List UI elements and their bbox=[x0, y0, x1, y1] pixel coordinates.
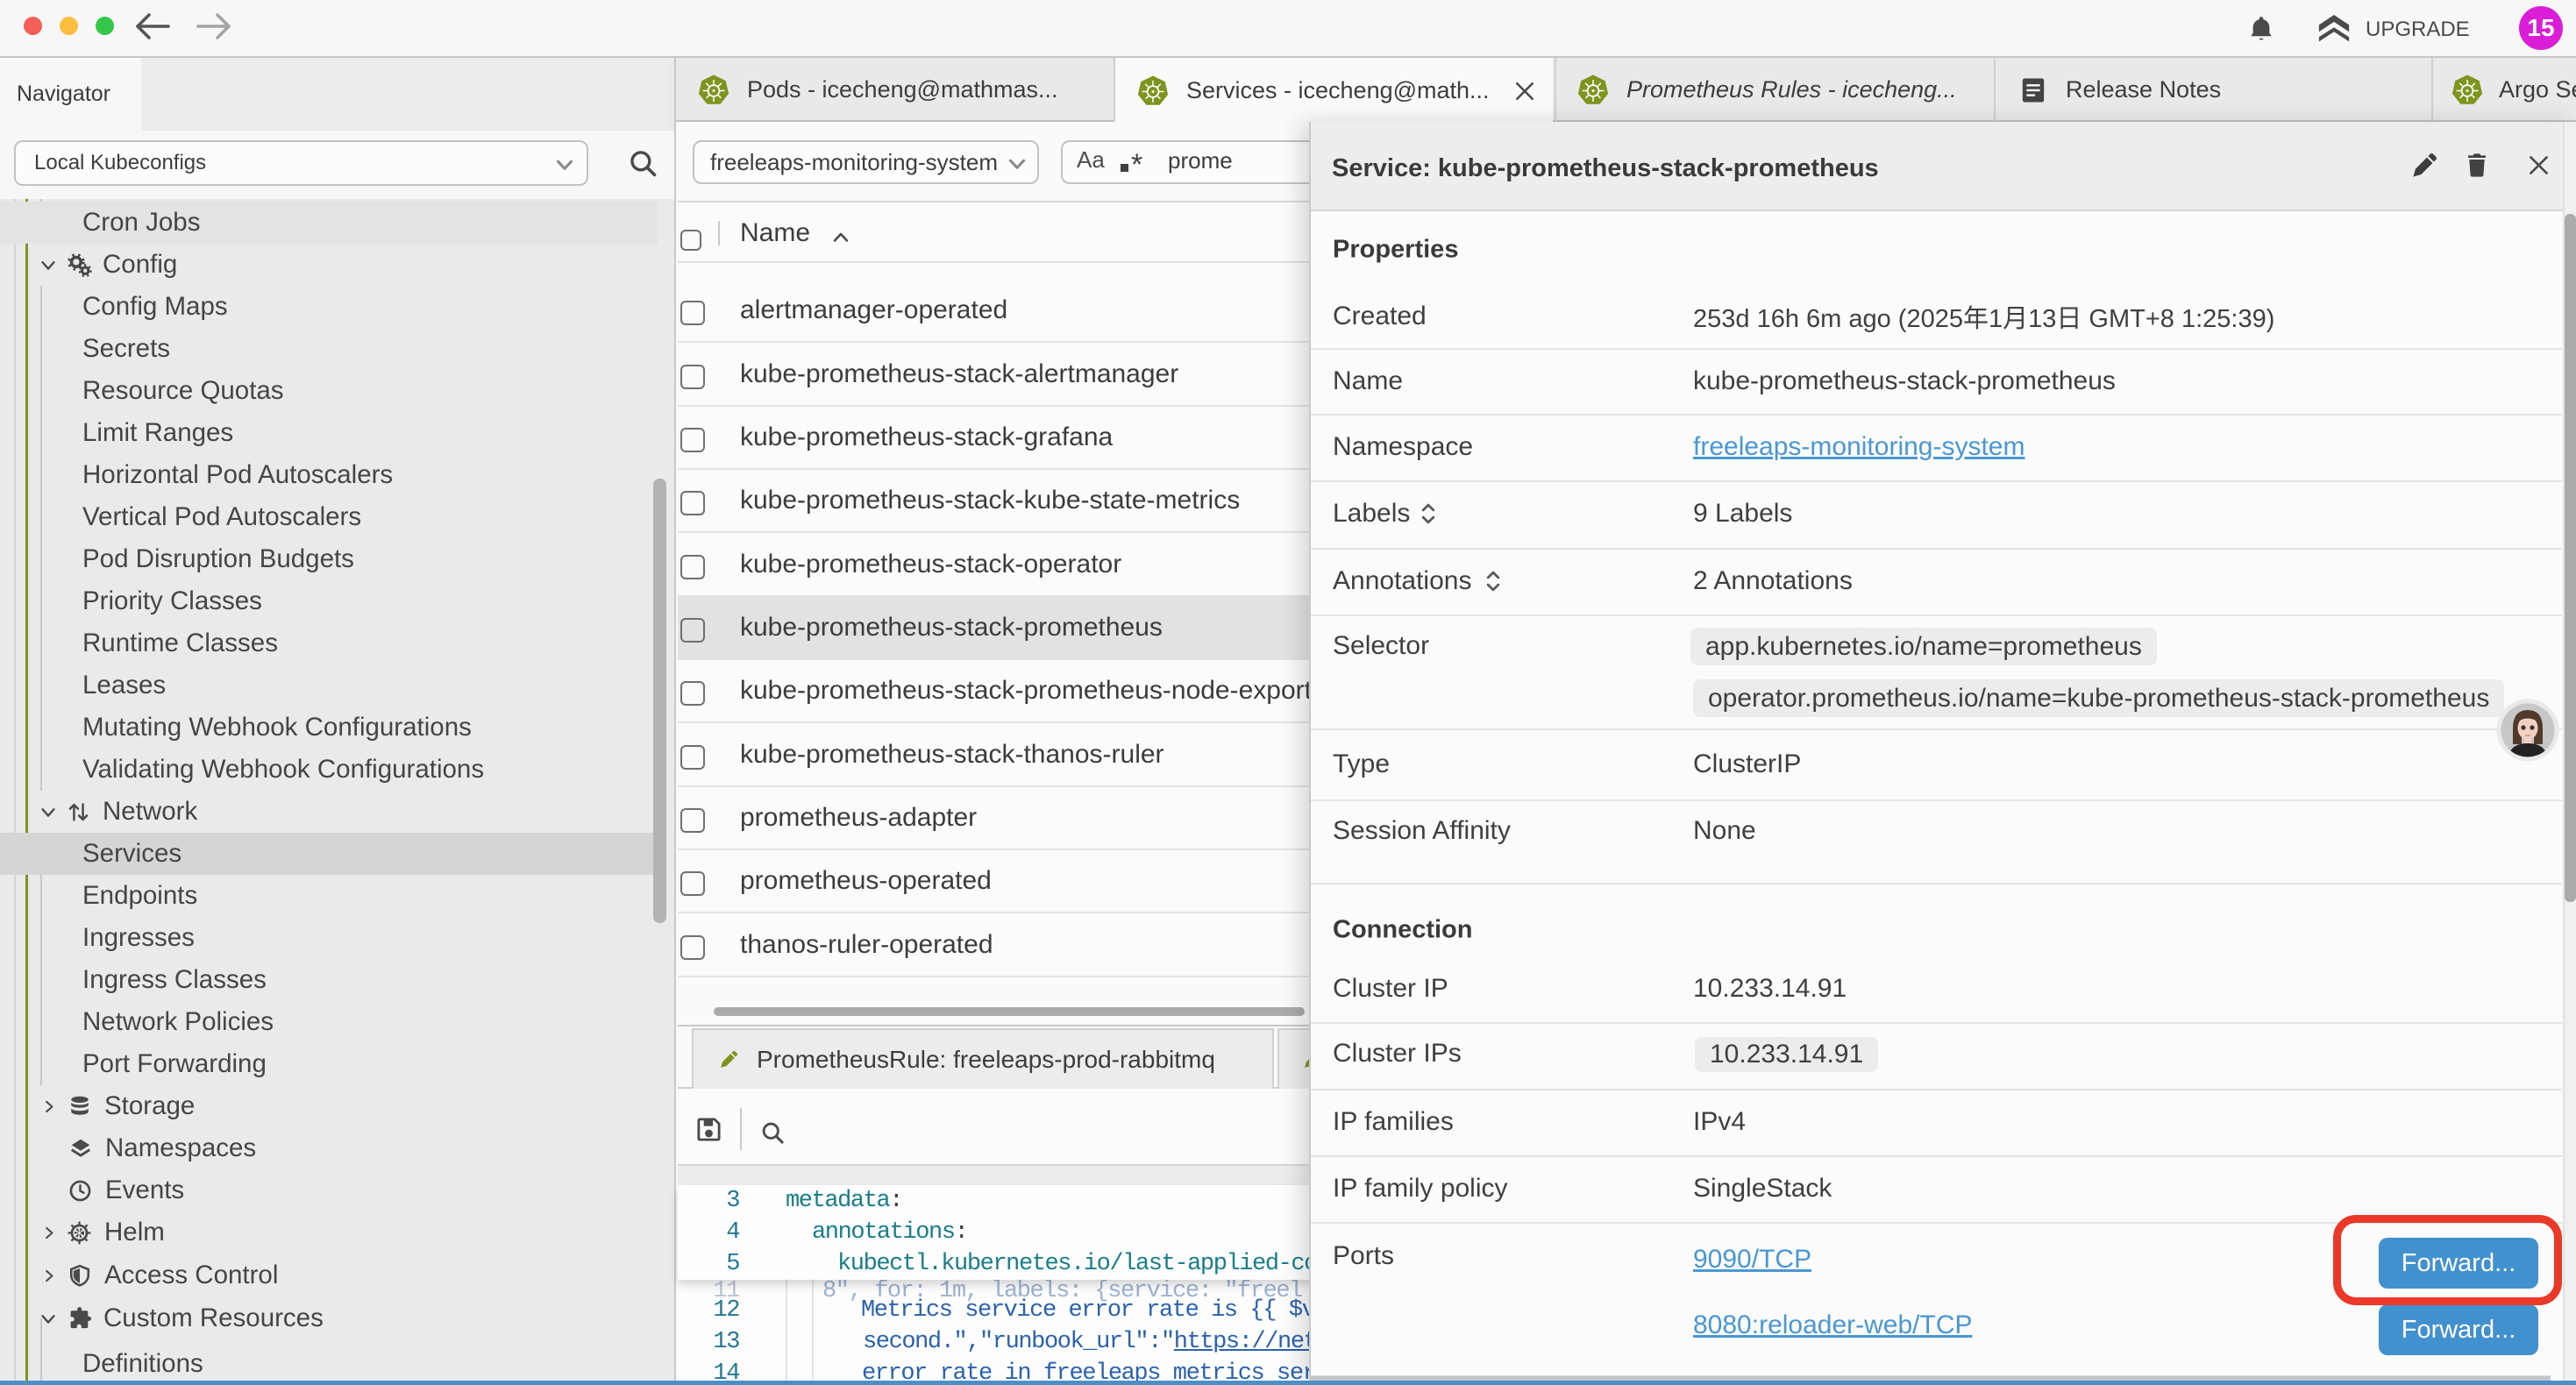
svg-text:*: * bbox=[1131, 148, 1142, 180]
